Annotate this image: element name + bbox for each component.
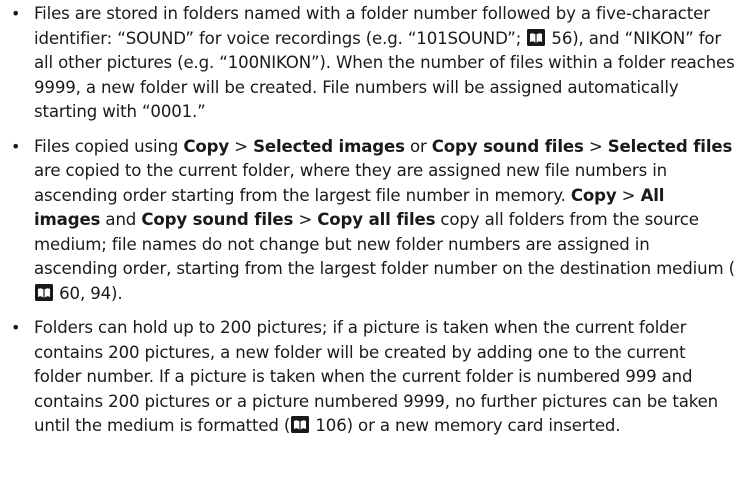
body-text: > <box>583 136 608 156</box>
body-text: 60, 94). <box>54 283 123 303</box>
bullet-marker: • <box>11 4 21 23</box>
body-text: > <box>616 185 641 205</box>
bullet-item: • Files copied using Copy > Selected imag… <box>8 135 736 307</box>
body-text: > <box>293 210 318 229</box>
menu-term: Copy all files <box>317 210 436 229</box>
bullet-marker: • <box>11 136 21 156</box>
bullet-item: • Files are stored in folders named with … <box>8 2 736 125</box>
bullet-marker: • <box>11 318 21 337</box>
menu-term: Copy <box>183 136 230 156</box>
page-reference-icon <box>527 28 546 46</box>
page-reference-icon <box>35 283 53 301</box>
body-text: Files copied using <box>34 136 184 156</box>
body-text: and <box>100 210 142 229</box>
bullet-item: • Folders can hold up to 200 pictures; if… <box>8 316 736 439</box>
document-page: • Files are stored in folders named with … <box>0 0 746 485</box>
menu-term: Selected files <box>607 136 733 156</box>
menu-term: Copy sound files <box>141 210 294 229</box>
body-text: > <box>229 136 254 156</box>
bullet-list: • Files are stored in folders named with … <box>8 2 736 439</box>
menu-term: Copy sound files <box>431 136 584 156</box>
page-reference-icon <box>291 416 310 433</box>
body-text: or <box>404 136 432 156</box>
menu-term: Copy <box>570 185 617 205</box>
body-text: 106) or a new memory card inserted. <box>310 416 621 435</box>
menu-term: Selected images <box>253 136 405 156</box>
